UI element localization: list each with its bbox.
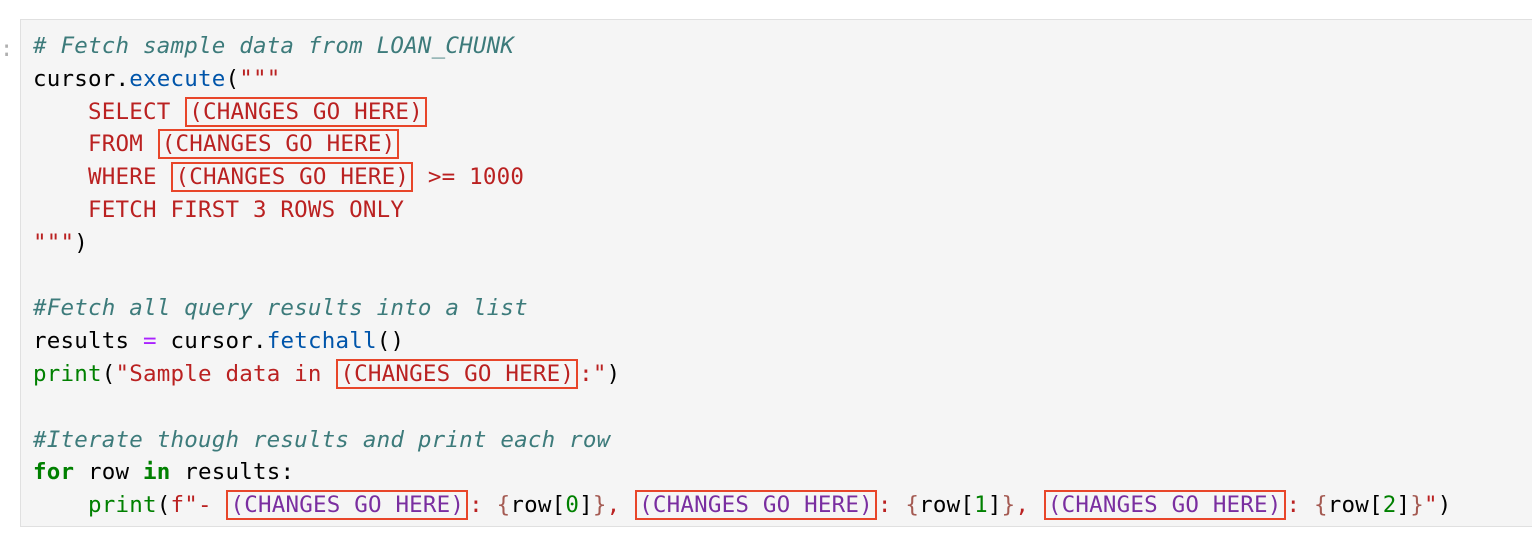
operator: . [252,328,267,355]
placeholder-print-source: (CHANGES GO HERE) [336,358,579,389]
code-editor[interactable]: # Fetch sample data from LOAN_CHUNKcurso… [33,30,1452,522]
comment: # Fetch sample data from LOAN_CHUNK [33,33,515,59]
comment: #Iterate though results and print each r… [33,426,611,453]
code-line-6: FETCH FIRST 3 ROWS ONLY [33,194,1452,227]
code-line-13: #Iterate though results and print each r… [33,424,1452,457]
code-line-2: cursor.execute(""" [33,63,1452,96]
fstring-index: 2 [1382,492,1397,519]
code-cell[interactable]: # Fetch sample data from LOAN_CHUNKcurso… [20,19,1532,527]
fstring-index: 1 [974,492,988,519]
fstring-end: " [1424,492,1438,519]
code-line-1: # Fetch sample data from LOAN_CHUNK [33,30,1452,63]
builtin: print [33,360,102,387]
fstring-text: : [1286,492,1315,519]
identifier: results [33,328,143,355]
string-delimiter: """ [33,229,75,256]
string: "Sample data in [115,360,336,387]
sql-fetch: FETCH FIRST 3 ROWS ONLY [33,196,405,223]
sql-where: WHERE [33,164,171,191]
method-name: execute [129,65,226,92]
sql-condition: >= 1000 [414,164,525,191]
fstring-text: : [877,492,906,519]
fstring-brace: } [1410,492,1425,519]
paren: ( [156,492,171,519]
fstring-text: : [469,492,497,519]
placeholder-from: (CHANGES GO HERE) [157,129,400,160]
fstring-expr: row[ [1327,492,1383,519]
sql-from: FROM [33,131,157,158]
code-line-10: results = cursor.fetchall() [33,325,1452,358]
paren: ) [1437,492,1452,519]
fstring-text: , [606,492,635,519]
fstring-start: f"- [170,492,226,519]
fstring-expr: row[ [510,492,566,519]
code-line-5: WHERE (CHANGES GO HERE) >= 1000 [33,161,1452,194]
paren: ( [225,65,240,92]
keyword-for: for [33,459,75,486]
identifier: results: [170,459,295,486]
string-delimiter: """ [239,65,281,92]
code-line-14: for row in results: [33,456,1452,489]
sql-select: SELECT [33,98,185,125]
placeholder-field-3: (CHANGES GO HERE) [1043,490,1286,521]
method-name: fetchall [266,328,377,355]
fstring-text: , [1015,492,1043,519]
fstring-brace: { [905,492,920,519]
paren: ( [101,360,116,387]
fstring-brace: } [1001,492,1016,519]
paren: () [376,328,405,355]
keyword-in: in [142,459,171,486]
code-line-7: """) [33,227,1452,260]
fstring-expr: row[ [919,492,975,519]
fstring-expr: ] [987,492,1002,519]
code-line-3: SELECT (CHANGES GO HERE) [33,96,1452,129]
cell-prompt: : [0,37,14,62]
identifier: cursor [33,65,116,92]
placeholder-select: (CHANGES GO HERE) [185,96,427,127]
operator: . [115,65,130,92]
identifier: row [74,459,143,486]
identifier: cursor [156,328,253,355]
code-line-4: FROM (CHANGES GO HERE) [33,128,1452,161]
code-line-11: print("Sample data in (CHANGES GO HERE):… [33,358,1452,391]
fstring-brace: { [496,492,511,519]
paren: ) [74,229,88,256]
paren: ) [606,360,621,387]
builtin: print [88,492,157,519]
string: :" [579,360,607,387]
placeholder-field-1: (CHANGES GO HERE) [226,490,469,521]
placeholder-field-2: (CHANGES GO HERE) [635,490,877,521]
code-line-15: print(f"- (CHANGES GO HERE): {row[0]}, (… [33,489,1452,522]
fstring-brace: { [1314,492,1328,519]
fstring-expr: ] [1396,492,1411,519]
placeholder-where: (CHANGES GO HERE) [171,162,414,193]
fstring-expr: ] [579,492,593,519]
code-line-9: #Fetch all query results into a list [33,292,1452,325]
operator: = [142,328,157,355]
fstring-brace: } [592,492,607,519]
fstring-index: 0 [565,492,580,519]
comment: #Fetch all query results into a list [33,295,528,322]
